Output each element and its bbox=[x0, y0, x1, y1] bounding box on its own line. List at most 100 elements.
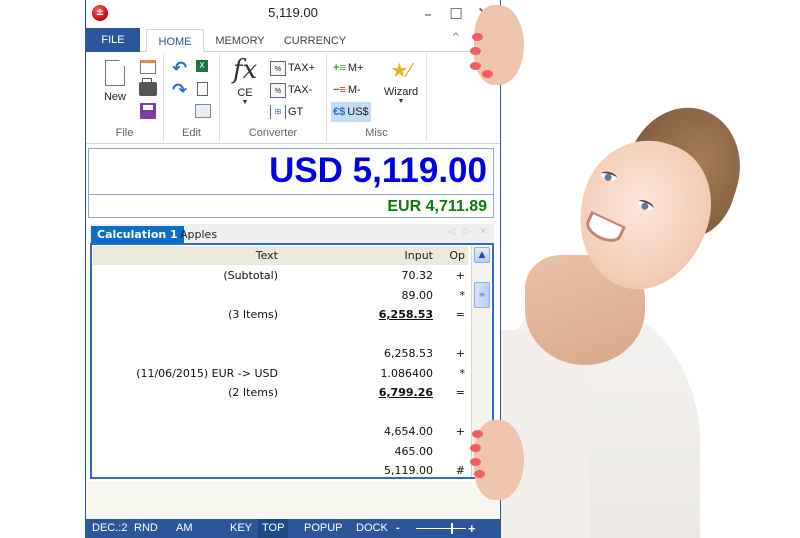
row-op: # bbox=[455, 464, 465, 477]
ribbon-group-edit: ↶ ↷ X Edit bbox=[164, 54, 220, 142]
zoom-slider-track[interactable] bbox=[416, 528, 466, 529]
tape-row[interactable] bbox=[93, 404, 468, 423]
doc-tab-calculation-1[interactable]: Calculation 1 bbox=[91, 226, 184, 243]
ribbon-group-file: New File bbox=[86, 54, 164, 142]
row-input: 89.00 bbox=[401, 288, 434, 302]
gt-button[interactable]: ⊞ GT bbox=[268, 102, 305, 122]
tab-currency[interactable]: CURRENCY bbox=[280, 29, 350, 52]
status-decimals[interactable]: DEC.:2 bbox=[88, 519, 131, 538]
header-op[interactable]: Op bbox=[445, 249, 465, 262]
tape-row[interactable]: 5,119.00 # bbox=[93, 462, 468, 477]
tab-file[interactable]: FILE bbox=[86, 28, 140, 52]
magic-wand-icon: ★⁄ bbox=[390, 60, 412, 82]
row-input: 6,258.53 bbox=[384, 347, 433, 360]
zoom-out-button[interactable]: - bbox=[392, 519, 404, 538]
new-label: New bbox=[103, 91, 126, 103]
tape-row[interactable]: (3 Items) 6,258.53 = bbox=[93, 306, 468, 325]
ce-dropdown-caret: ▼ bbox=[241, 99, 249, 106]
ribbon: New File ↶ ↷ X Edit fx CE ▼ % TAX+ % TAX… bbox=[86, 52, 500, 144]
print-icon[interactable] bbox=[139, 78, 157, 96]
maximize-button[interactable]: ☐ bbox=[444, 3, 468, 25]
photo-eye-left bbox=[600, 170, 618, 182]
result-display: USD 5,119.00 EUR 4,711.89 bbox=[88, 148, 494, 218]
scroll-thumb[interactable]: ≡ bbox=[474, 282, 490, 308]
status-top[interactable]: TOP bbox=[258, 519, 289, 538]
tape-row[interactable]: 465.00 bbox=[93, 443, 468, 462]
row-input: 6,258.53 bbox=[378, 308, 433, 321]
tab-home[interactable]: HOME bbox=[146, 29, 204, 53]
tax-minus-icon: % bbox=[270, 82, 286, 98]
row-op: + bbox=[455, 425, 465, 438]
tape-header: Text Input Op bbox=[93, 246, 468, 265]
collapse-ribbon-button[interactable]: ^ bbox=[452, 32, 460, 43]
photo-face bbox=[559, 123, 729, 307]
screen: ± 5,119.00 – ☐ ✕ FILE HOME MEMORY CURREN… bbox=[0, 0, 800, 538]
m-minus-label: M- bbox=[347, 84, 361, 96]
memory-minus-button[interactable]: −≡ M- bbox=[331, 80, 363, 100]
row-op: + bbox=[455, 347, 465, 360]
tape-row[interactable]: 4,654.00 + bbox=[93, 423, 468, 442]
status-rnd[interactable]: RND bbox=[130, 519, 162, 538]
m-plus-label: M+ bbox=[347, 62, 364, 74]
group-label-converter: Converter bbox=[248, 127, 298, 139]
tape-row[interactable] bbox=[93, 326, 468, 345]
row-input: 5,119.00 bbox=[384, 464, 433, 477]
doc-tab-nav-close-controls[interactable]: ◁ ▷ ✕ bbox=[448, 227, 490, 237]
save-icon[interactable] bbox=[140, 103, 156, 119]
scroll-up-button[interactable]: ▲ bbox=[474, 247, 490, 263]
wizard-button[interactable]: ★⁄ Wizard ▼ bbox=[381, 58, 421, 105]
tape-row[interactable]: 6,258.53 + bbox=[93, 345, 468, 364]
tax-minus-button[interactable]: % TAX- bbox=[268, 80, 314, 100]
row-input: 6,799.26 bbox=[378, 386, 433, 399]
tape-row[interactable]: (Subtotal) 70.32 + bbox=[93, 267, 468, 286]
group-label-edit: Edit bbox=[182, 127, 201, 139]
header-text[interactable]: Text bbox=[92, 249, 278, 262]
function-fx-icon: fx bbox=[232, 55, 258, 85]
tab-memory[interactable]: MEMORY bbox=[210, 29, 270, 52]
doc-tab-apples[interactable]: Apples bbox=[174, 226, 223, 243]
zoom-slider-handle[interactable] bbox=[451, 523, 453, 534]
status-am[interactable]: AM bbox=[172, 519, 197, 538]
row-input: 70.32 bbox=[401, 269, 434, 282]
memory-plus-button[interactable]: +≡ M+ bbox=[331, 58, 365, 78]
currency-exchange-icon: €$ bbox=[333, 106, 346, 118]
new-button[interactable]: New bbox=[100, 60, 130, 103]
header-input[interactable]: Input bbox=[313, 249, 433, 262]
tax-plus-button[interactable]: % TAX+ bbox=[268, 58, 317, 78]
memory-minus-icon: −≡ bbox=[333, 84, 346, 96]
wizard-dropdown-caret: ▼ bbox=[397, 98, 405, 105]
calculation-tape: Text Input Op (Subtotal) 70.32 + 89.00 * (3 I… bbox=[90, 243, 494, 479]
currency-usd-button[interactable]: €$ US$ bbox=[331, 102, 371, 122]
photo-eye-right bbox=[637, 197, 655, 213]
undo-icon[interactable]: ↶ bbox=[172, 58, 187, 79]
minimize-button[interactable]: – bbox=[416, 3, 440, 25]
ribbon-tabs: FILE HOME MEMORY CURRENCY ^ bbox=[86, 28, 500, 53]
usd-label: US$ bbox=[347, 106, 369, 118]
ribbon-group-converter: fx CE ▼ % TAX+ % TAX- ⊞ GT Converter bbox=[220, 54, 327, 142]
grand-total-icon: ⊞ bbox=[270, 105, 286, 119]
status-dock[interactable]: DOCK bbox=[352, 519, 392, 538]
tape-row[interactable]: (11/06/2015) EUR -> USD 1.086400 * bbox=[93, 365, 468, 384]
row-op: * bbox=[459, 288, 466, 302]
status-key[interactable]: KEY bbox=[226, 519, 256, 538]
zoom-in-button[interactable]: + bbox=[464, 519, 480, 538]
tape-row[interactable]: (2 Items) 6,799.26 = bbox=[93, 384, 468, 403]
row-input: 1.086400 bbox=[380, 366, 434, 380]
display-divider bbox=[89, 194, 493, 195]
ce-button[interactable]: fx CE ▼ bbox=[230, 56, 260, 106]
redo-icon[interactable]: ↷ bbox=[172, 80, 187, 101]
tape-row[interactable]: 89.00 * bbox=[93, 287, 468, 306]
document-tabs: Calculation 1 Apples ◁ ▷ ✕ bbox=[90, 224, 494, 243]
row-op: = bbox=[455, 308, 465, 321]
row-input: 4,654.00 bbox=[384, 425, 433, 438]
export-excel-icon[interactable]: X bbox=[196, 60, 208, 72]
screen-export-icon[interactable] bbox=[195, 104, 211, 118]
tax-minus-label: TAX- bbox=[288, 84, 313, 96]
open-window-icon[interactable] bbox=[140, 60, 156, 74]
new-document-icon bbox=[105, 60, 125, 86]
export-document-icon[interactable] bbox=[197, 82, 208, 96]
title-bar[interactable]: ± 5,119.00 – ☐ ✕ bbox=[86, 0, 500, 28]
photo-shirt bbox=[500, 300, 700, 538]
status-popup[interactable]: POPUP bbox=[300, 519, 347, 538]
row-text: (3 Items) bbox=[228, 308, 278, 321]
